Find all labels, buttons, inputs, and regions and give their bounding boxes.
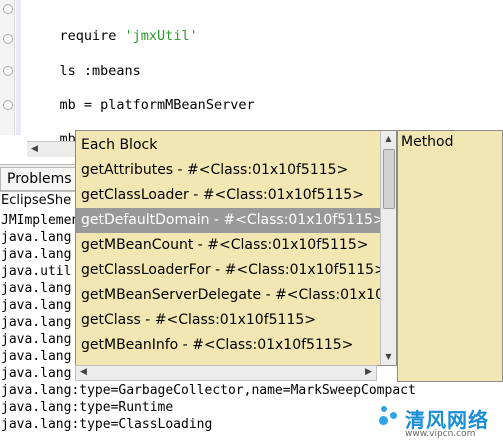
scrollbar-thumb[interactable]	[383, 149, 395, 209]
tab-problems[interactable]: Problems	[0, 167, 79, 191]
fold-marker-icon[interactable]	[3, 100, 13, 110]
content-assist-popup[interactable]: Each Block getAttributes - #<Class:01x10…	[75, 130, 397, 366]
completion-item[interactable]: getClassLoaderFor - #<Class:01x10f5115>	[76, 258, 381, 283]
scroll-down-icon[interactable]: ▼	[381, 349, 396, 364]
line-highlight	[16, 0, 21, 135]
watermark-url: www.vipcn.com	[405, 429, 476, 439]
console-line: java.lang	[1, 230, 72, 245]
completion-item[interactable]: getClass - #<Class:01x10f5115>	[76, 308, 381, 333]
completion-item[interactable]: getClassLoader - #<Class:01x10f5115>	[76, 183, 381, 208]
console-line: java.lang	[1, 366, 72, 381]
console-line: java.lang	[1, 315, 72, 330]
completion-item-selected[interactable]: getDefaultDomain - #<Class:01x10f5115>	[76, 208, 381, 233]
logo-dot	[390, 412, 397, 419]
logo-dot	[379, 416, 388, 425]
console-line: java.lang	[1, 332, 72, 347]
code-text: ls :mbeans	[59, 63, 141, 79]
code-text: mb = platformMBeanServer	[59, 97, 255, 113]
fold-marker-icon[interactable]	[3, 34, 13, 44]
console-line: java.lang	[1, 298, 72, 313]
completion-item[interactable]: getMBeanCount - #<Class:01x10f5115>	[76, 233, 381, 258]
popup-vertical-scrollbar[interactable]: ▲ ▼	[380, 131, 396, 365]
popup-horizontal-scrollbar[interactable]: ◀ ▶	[75, 365, 377, 381]
console-line: java.lang:type=GarbageCollector,name=Mar…	[1, 383, 416, 398]
editor-gutter	[0, 0, 15, 135]
console-line: java.util	[1, 264, 72, 279]
code-text: require	[59, 28, 125, 44]
completion-item[interactable]: Each Block	[76, 133, 381, 158]
console-line: java.lang	[1, 281, 72, 296]
completion-item[interactable]: getMBeanInfo - #<Class:01x10f5115>	[76, 333, 381, 358]
method-info-panel: Method	[397, 130, 503, 382]
scroll-left-icon[interactable]: ◀	[27, 142, 42, 157]
logo-dot	[381, 406, 387, 412]
console-line: java.lang	[1, 349, 72, 364]
scroll-right-icon[interactable]: ▶	[361, 365, 376, 380]
console-line: JMImplemen	[1, 213, 80, 228]
console-line: java.lang:type=Runtime	[1, 400, 174, 415]
method-label: Method	[401, 134, 454, 150]
scroll-left-icon[interactable]: ◀	[76, 365, 91, 380]
code-string: 'jmxUtil'	[124, 28, 198, 44]
console-line: java.lang:type=ClassLoading	[1, 417, 213, 432]
fold-marker-icon[interactable]	[3, 4, 13, 14]
scroll-up-icon[interactable]: ▲	[381, 131, 396, 146]
completion-item[interactable]: getAttributes - #<Class:01x10f5115>	[76, 158, 381, 183]
console-line: java.lang	[1, 247, 72, 262]
fold-marker-icon[interactable]	[3, 66, 13, 76]
watermark-logo: 清风网络 www.vipcn.com	[375, 400, 503, 442]
completion-item[interactable]: getMBeanServerDelegate - #<Class:01x10f5…	[76, 283, 381, 308]
